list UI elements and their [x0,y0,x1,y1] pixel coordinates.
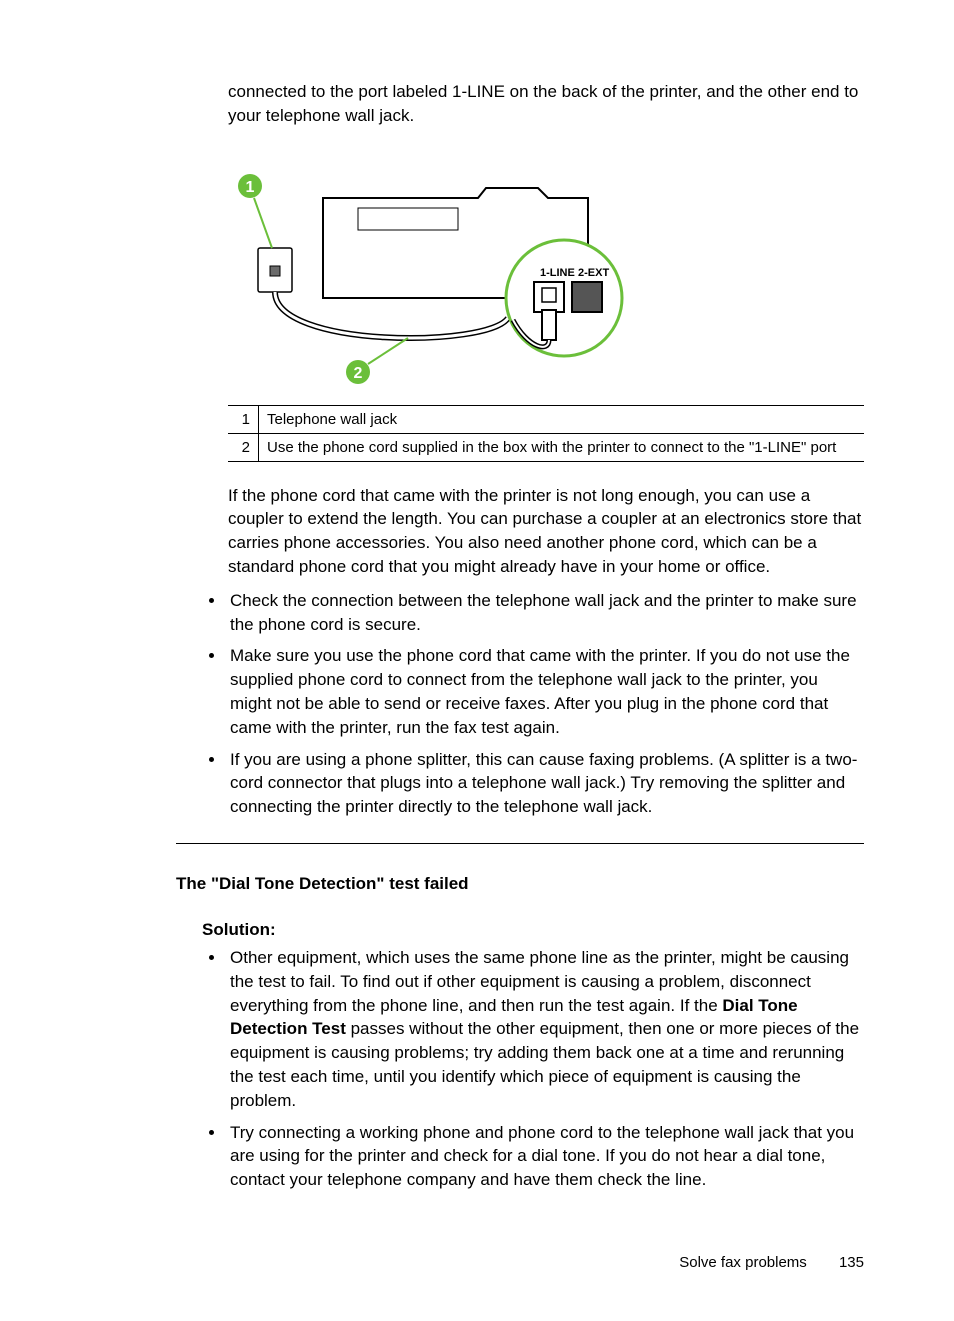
legend-text: Use the phone cord supplied in the box w… [259,433,865,461]
list-item: Make sure you use the phone cord that ca… [226,644,864,739]
list-item: Try connecting a working phone and phone… [226,1121,864,1192]
page-footer: Solve fax problems 135 [176,1254,864,1271]
legend-number: 1 [228,405,259,433]
body-paragraph: If the phone cord that came with the pri… [228,484,864,579]
list-item: Other equipment, which uses the same pho… [226,946,864,1113]
list-item: Check the connection between the telepho… [226,589,864,637]
legend-text: Telephone wall jack [259,405,865,433]
section-heading: The "Dial Tone Detection" test failed [176,874,864,894]
connection-diagram: 1 2 1-LINE 2-EXT [228,148,864,393]
table-row: 1 Telephone wall jack [228,405,864,433]
solution-label: Solution: [202,920,864,940]
bullet-list: Other equipment, which uses the same pho… [202,946,864,1192]
diagram-legend-table: 1 Telephone wall jack 2 Use the phone co… [228,405,864,462]
table-row: 2 Use the phone cord supplied in the box… [228,433,864,461]
document-page: connected to the port labeled 1-LINE on … [0,0,954,1311]
svg-text:2-EXT: 2-EXT [578,267,609,279]
section-divider [176,843,864,844]
bullet-list: Check the connection between the telepho… [202,589,864,819]
intro-paragraph: connected to the port labeled 1-LINE on … [228,80,864,128]
svg-text:1-LINE: 1-LINE [540,267,575,279]
footer-section-title: Solve fax problems [679,1254,807,1271]
svg-text:1: 1 [246,179,255,196]
legend-number: 2 [228,433,259,461]
svg-text:2: 2 [354,365,363,382]
list-item: If you are using a phone splitter, this … [226,748,864,819]
footer-page-number: 135 [839,1254,864,1271]
